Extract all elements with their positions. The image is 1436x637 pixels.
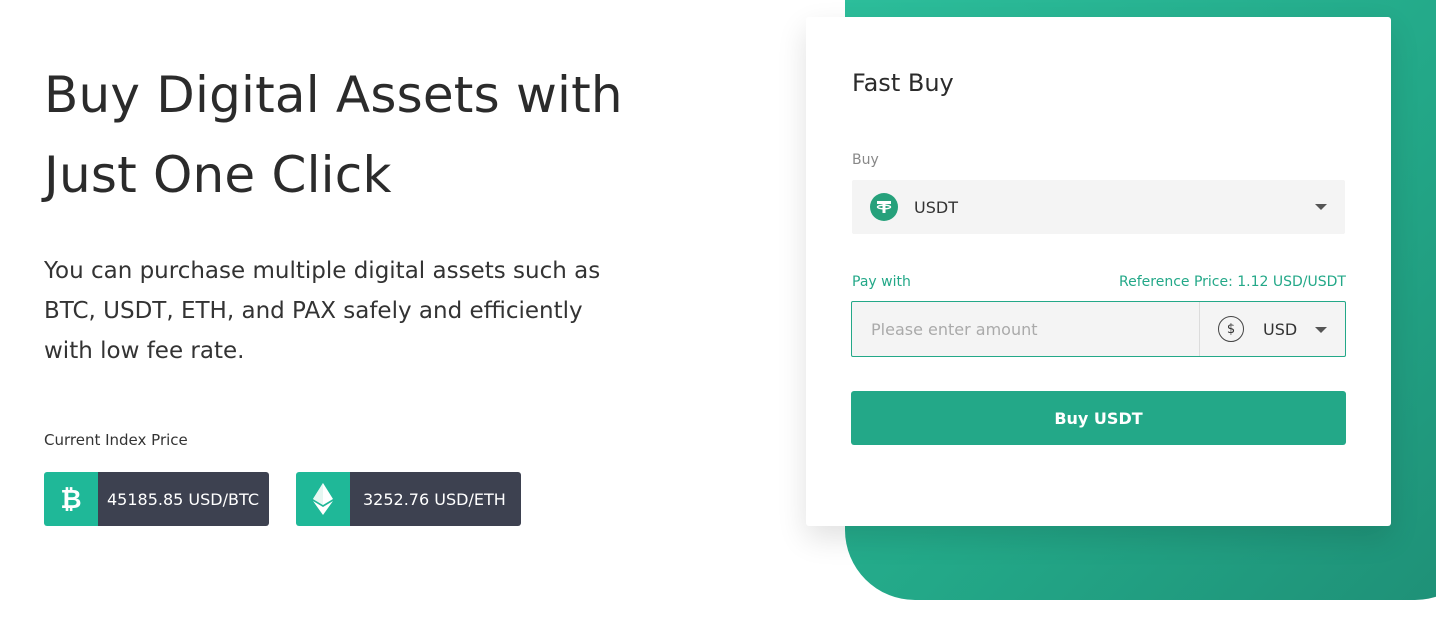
buy-label: Buy [852,152,879,168]
buy-coin-select[interactable]: USDT [852,180,1345,234]
ethereum-icon [296,472,350,526]
fast-buy-card: Fast Buy Buy USDT Pay with Reference Pri… [806,17,1391,526]
hero-title-line2: Just One Click [44,146,392,204]
pay-currency-select[interactable]: $ USD [1199,302,1345,356]
hero-description: You can purchase multiple digital assets… [44,258,601,364]
fast-buy-title: Fast Buy [852,69,954,97]
hero-title-line1: Buy Digital Assets with [44,66,623,124]
reference-price: Reference Price: 1.12 USD/USDT [1119,274,1346,290]
hero-section: Buy Digital Assets with Just One Click Y… [44,55,664,371]
eth-price-ticker: 3252.76 USD/ETH [296,472,521,526]
chevron-down-icon [1315,327,1327,333]
buy-coin-name: USDT [914,197,958,217]
amount-input[interactable] [852,302,1199,356]
bitcoin-icon: ₿ [44,472,98,526]
hero-title: Buy Digital Assets with Just One Click [44,55,664,215]
pay-currency-label: USD [1263,319,1298,339]
buy-usdt-button[interactable]: Buy USDT [851,391,1346,445]
btc-price-ticker: ₿ 45185.85 USD/BTC [44,472,269,526]
pay-with-label: Pay with [852,274,911,290]
btc-price-value: 45185.85 USD/BTC [98,472,269,526]
tether-icon [870,193,898,221]
svg-text:₿: ₿ [60,485,81,514]
eth-price-value: 3252.76 USD/ETH [350,472,521,526]
dollar-icon: $ [1218,316,1244,342]
chevron-down-icon [1315,204,1327,210]
pay-amount-group: $ USD [851,301,1346,357]
index-price-label: Current Index Price [44,431,188,449]
